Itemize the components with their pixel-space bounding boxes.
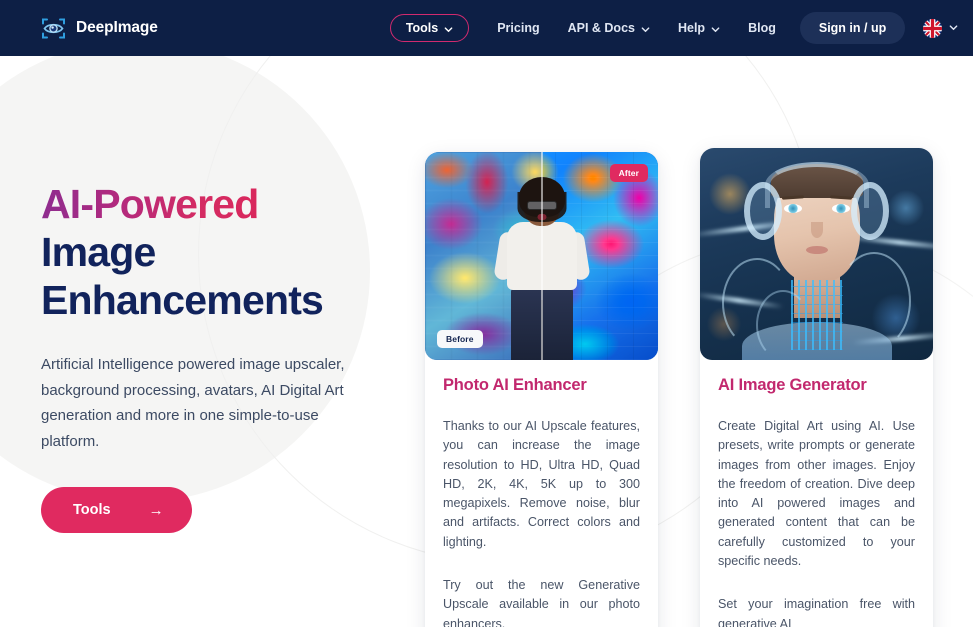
- brand-name: DeepImage: [76, 19, 158, 36]
- page-title: AI-Powered Image Enhancements: [41, 180, 391, 324]
- before-after-divider: [540, 152, 543, 360]
- hero-content: AI-Powered Image Enhancements Artificial…: [41, 180, 391, 533]
- nav-item-tools[interactable]: Tools: [389, 14, 470, 42]
- card-paragraph-1: Create Digital Art using AI. Use presets…: [718, 419, 915, 569]
- tools-cta-button[interactable]: Tools →: [41, 487, 192, 533]
- nav-links: Tools Pricing API & Docs Help: [389, 14, 734, 42]
- hero-section: AI-Powered Image Enhancements Artificial…: [0, 56, 973, 627]
- nav-item-blog[interactable]: Blog: [734, 14, 790, 42]
- hero-title-line-1: AI-Powered: [41, 181, 259, 227]
- brand-logo[interactable]: DeepImage: [40, 15, 158, 42]
- hero-title-line-2: Image: [41, 229, 156, 275]
- hero-subtitle: Artificial Intelligence powered image up…: [41, 356, 345, 450]
- chevron-down-icon: [444, 23, 453, 32]
- sign-in-up-button[interactable]: Sign in / up: [799, 12, 906, 44]
- nav-item-label: API & Docs: [567, 21, 635, 35]
- card-body: AI Image Generator Create Digital Art us…: [700, 360, 933, 627]
- nav-item-pricing[interactable]: Pricing: [483, 14, 553, 42]
- nav-right-group: Blog Sign in / up: [734, 12, 958, 44]
- card-image-cyborg: [700, 148, 933, 360]
- card-title: AI Image Generator: [718, 376, 867, 394]
- nav-item-label: Blog: [748, 21, 776, 35]
- chevron-down-icon: [949, 19, 958, 37]
- uk-flag-icon: [923, 18, 943, 38]
- arrow-right-icon: →: [148, 501, 164, 519]
- card-paragraph-2: Try out the new Generative Upscale avail…: [443, 578, 640, 627]
- hero-title-line-3: Enhancements: [41, 277, 324, 323]
- nav-item-api-docs[interactable]: API & Docs: [554, 14, 664, 42]
- tools-cta-label: Tools: [73, 502, 111, 518]
- card-ai-image-generator[interactable]: AI Image Generator Create Digital Art us…: [700, 148, 933, 627]
- badge-after: After: [609, 164, 648, 182]
- card-body: Photo AI Enhancer Thanks to our AI Upsca…: [425, 360, 658, 627]
- top-navbar: DeepImage Tools Pricing API & Docs Help: [0, 0, 973, 56]
- card-image-before-after: After Before: [425, 152, 658, 360]
- nav-item-label: Tools: [405, 21, 439, 35]
- cyborg-artwork: [700, 148, 933, 360]
- card-photo-ai-enhancer[interactable]: After Before Photo AI Enhancer Thanks to…: [425, 152, 658, 627]
- eye-scan-icon: [40, 15, 67, 42]
- nav-item-label: Help: [677, 21, 706, 35]
- language-selector[interactable]: [923, 18, 958, 38]
- chevron-down-icon: [711, 23, 720, 32]
- card-paragraph-1: Thanks to our AI Upscale features, you c…: [443, 419, 640, 549]
- chevron-down-icon: [641, 23, 650, 32]
- card-title: Photo AI Enhancer: [443, 376, 587, 394]
- graffiti-artwork: [425, 152, 658, 360]
- card-paragraph-2: Set your imagination free with generativ…: [718, 597, 915, 627]
- badge-before: Before: [437, 330, 483, 348]
- nav-item-label: Pricing: [497, 21, 540, 35]
- nav-item-help[interactable]: Help: [664, 14, 734, 42]
